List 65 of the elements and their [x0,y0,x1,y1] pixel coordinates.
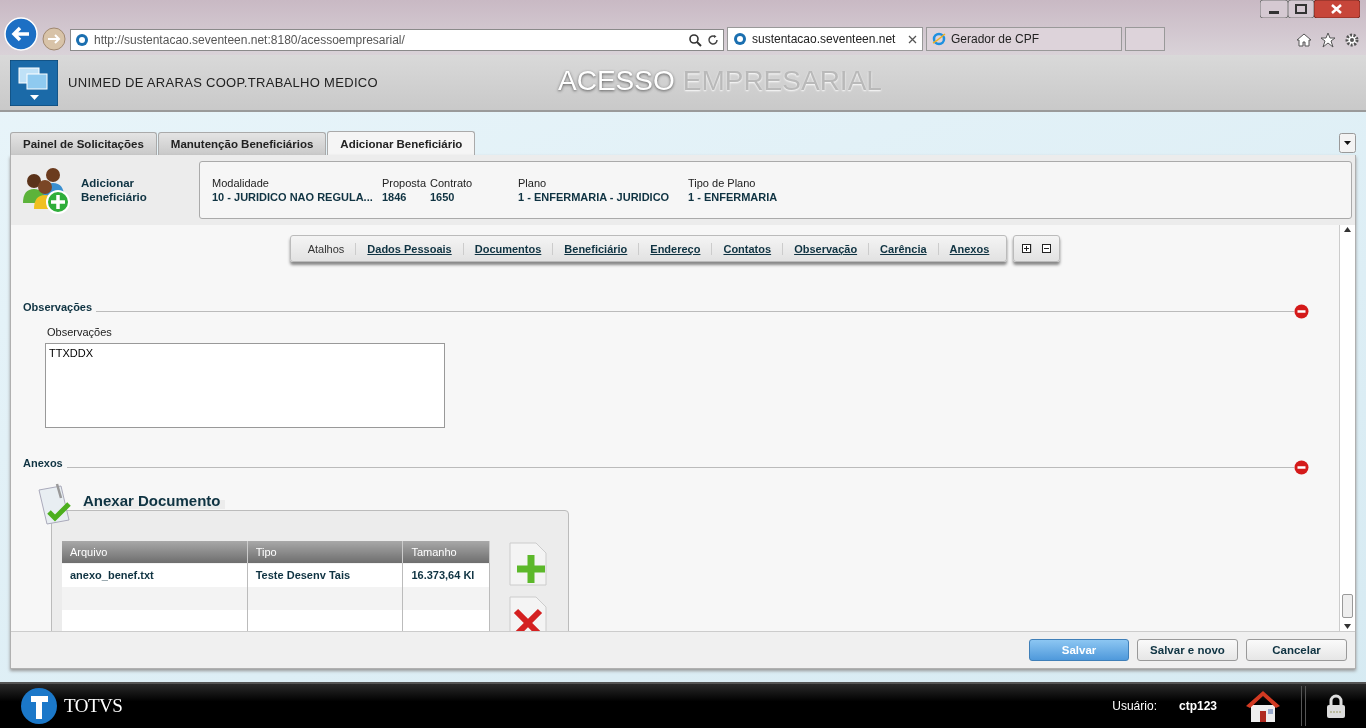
collapse-icon[interactable] [1294,459,1309,475]
user-name: ctp123 [1178,699,1217,713]
close-icon[interactable] [908,34,917,44]
shortcut-link[interactable]: Documentos [463,242,554,255]
star-icon[interactable] [1320,32,1336,48]
collapse-all-icon[interactable] [1042,244,1052,253]
shortcut-link[interactable]: Observação [783,242,870,255]
shortcut-link[interactable]: Beneficiário [553,242,640,255]
summary-value: 1846 [382,191,407,203]
forward-icon[interactable] [42,27,66,51]
search-icon[interactable] [688,33,702,47]
shortcuts-label: Atalhos [296,242,357,255]
summary-label: Proposta [382,177,427,189]
address-bar[interactable]: http://sustentacao.seventeen.net:8180/acessoempresarial/ [70,29,724,51]
shortcut-link[interactable]: Anexos [938,242,1001,255]
collapse-icon[interactable] [1294,303,1309,319]
summary-label: Contrato [430,177,473,189]
brand-name: TOTVS [64,695,123,717]
close-icon[interactable] [1314,0,1360,18]
maximize-icon[interactable] [1288,0,1314,18]
action-button[interactable]: Cancelar [1246,639,1347,661]
home-icon[interactable] [1296,32,1312,48]
browser-tab[interactable]: Gerador de CPF [926,27,1122,51]
minimize-icon[interactable] [1260,0,1288,18]
app-title: ACESSO [558,65,675,97]
people-add-icon [21,165,73,215]
page-title: Adicionar Beneficiário [81,176,148,204]
page-tab[interactable]: Adicionar Beneficiário [327,131,476,155]
expand-all-icon[interactable] [1022,244,1033,253]
shortcut-link[interactable]: Contatos [712,242,784,255]
field-label: Observações [47,326,113,338]
page-tab[interactable]: Painel de Solicitações [10,132,157,155]
shortcut-link[interactable]: Endereço [639,242,713,255]
table-cell: 16.373,64 Kl [402,563,490,586]
settings-icon[interactable] [1344,32,1360,48]
app-logo-icon [10,59,58,106]
refresh-icon[interactable] [707,34,719,46]
summary-value: 1650 [430,191,455,203]
scroll-thumb[interactable] [1342,594,1353,618]
notes-field[interactable]: TTXDDX [45,343,445,428]
action-button[interactable]: Salvar e novo [1137,639,1238,661]
browser-logo-icon [932,32,946,46]
summary-value: 1 - ENFERMARIA - JURIDICO [518,191,670,203]
back-icon[interactable] [4,17,38,51]
summary-label: Plano [518,177,547,189]
scrollbar[interactable] [1339,225,1355,631]
section-title: Observações [23,301,93,313]
table-cell: anexo_benef.txt [62,563,248,586]
lock-icon[interactable] [1326,693,1346,719]
table-cell: Teste Desenv Tais [247,563,403,586]
section-title: Anexos [23,457,63,469]
summary-label: Tipo de Plano [688,177,756,189]
page-tab[interactable]: Manutenção Beneficiários [157,132,327,155]
summary-value: 10 - JURIDICO NAO REGULA... [212,191,373,203]
column-header[interactable]: Arquivo [62,541,248,563]
house-icon[interactable] [1245,689,1281,723]
summary-label: Modalidade [212,177,269,189]
remove-file-button[interactable] [506,595,550,631]
shortcut-link[interactable]: Carência [869,242,939,255]
dropdown-button[interactable] [1339,133,1356,153]
browser-tab[interactable]: sustentacao.seventeen.net [727,27,923,51]
summary-value: 1 - ENFERMARIA [688,191,778,203]
shortcut-link[interactable]: Dados Pessoais [356,242,464,255]
company-name: UNIMED DE ARARAS COOP.TRABALHO MEDICO [68,75,378,90]
user-label: Usuário: [1112,699,1157,713]
